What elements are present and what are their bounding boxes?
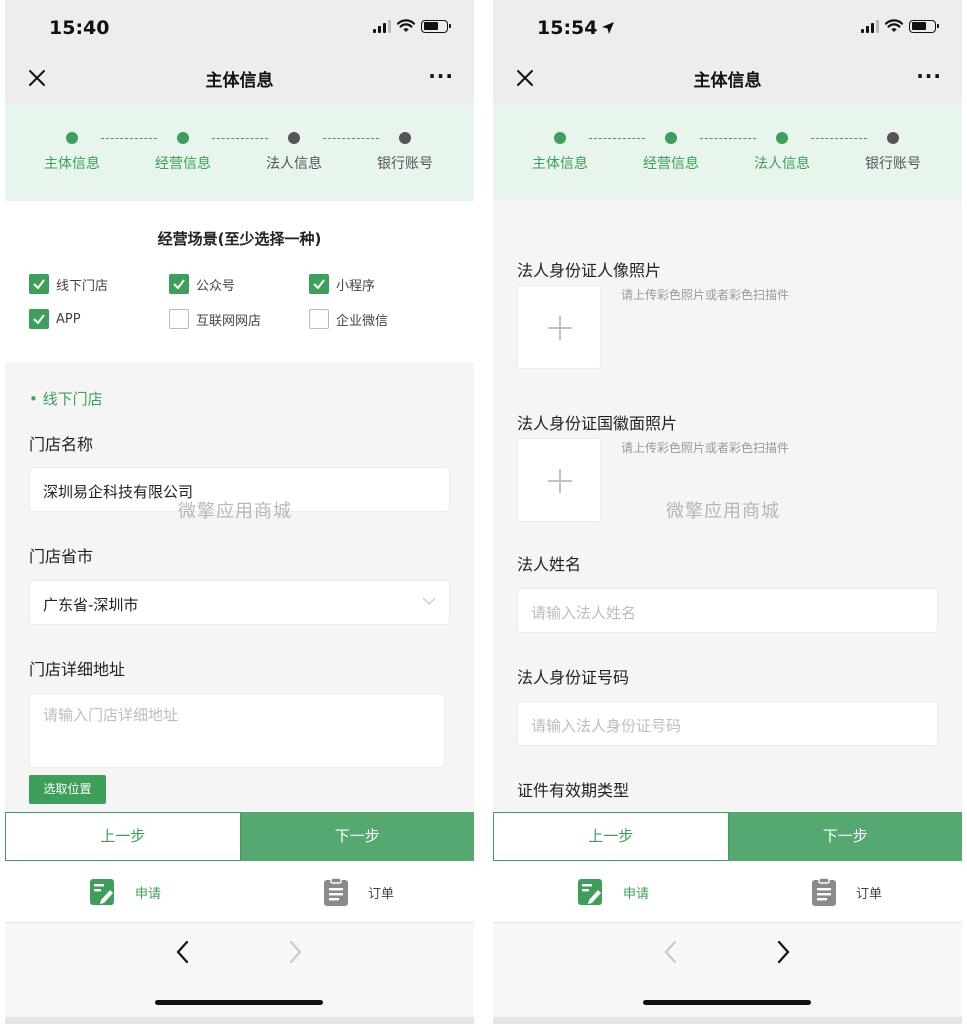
tab-orders[interactable]: 订单 <box>810 877 882 907</box>
watermark: 微擎应用商城 <box>178 501 292 522</box>
checkbox-wecom[interactable]: 企业微信 <box>309 309 388 329</box>
step-3: 法人信息 <box>737 130 827 173</box>
battery-icon <box>421 19 451 33</box>
forward-arrow-icon[interactable] <box>773 939 793 965</box>
step-1: 主体信息 <box>515 130 605 173</box>
home-indicator <box>643 1000 811 1005</box>
status-icons <box>373 19 451 33</box>
step-progress: 主体信息 经营信息 法人信息 银行账号 <box>5 102 474 201</box>
id-back-hint: 请上传彩色照片或者彩色扫描件 <box>621 441 790 455</box>
next-step-button[interactable]: 下一步 <box>728 812 962 861</box>
checkbox-official-account[interactable]: 公众号 <box>169 274 235 294</box>
page-title: 主体信息 <box>205 71 274 91</box>
next-step-button[interactable]: 下一步 <box>240 812 474 861</box>
step-buttons: 上一步 下一步 <box>493 812 962 861</box>
wifi-icon <box>397 19 415 32</box>
id-front-upload[interactable] <box>517 285 601 369</box>
forward-arrow-icon[interactable] <box>285 939 305 965</box>
tab-bar: 申请 订单 <box>493 861 962 922</box>
store-city-label: 门店省市 <box>29 547 94 566</box>
id-front-hint: 请上传彩色照片或者彩色扫描件 <box>621 288 790 302</box>
phone-screen-left: 15:40 主体信息 ··· 主体信息 经营信息 法人信息 银行账号 经营场景(… <box>5 0 474 1024</box>
id-back-upload[interactable] <box>517 438 601 522</box>
legal-id-label: 法人身份证号码 <box>517 668 630 687</box>
checkbox-mini-program[interactable]: 小程序 <box>309 274 375 294</box>
scene-title: 经营场景(至少选择一种) <box>157 230 322 248</box>
store-city-value: 广东省-深圳市 <box>43 596 139 614</box>
apply-edit-icon <box>90 879 114 905</box>
legal-id-input[interactable]: 请输入法人身份证号码 <box>517 701 938 746</box>
prev-step-button[interactable]: 上一步 <box>493 812 729 861</box>
legal-name-label: 法人姓名 <box>517 555 582 574</box>
store-city-select[interactable]: 广东省-深圳市 <box>29 580 450 625</box>
page-title: 主体信息 <box>693 71 762 91</box>
step-4: 银行账号 <box>360 130 450 173</box>
plus-icon <box>548 316 572 340</box>
clipboard-icon <box>324 877 348 906</box>
tab-apply[interactable]: 申请 <box>89 877 161 907</box>
back-arrow-icon[interactable] <box>173 939 193 965</box>
step-2: 经营信息 <box>626 130 716 173</box>
form-content: 经营场景(至少选择一种) 线下门店 公众号 小程序 APP 互联网网店 企业微信… <box>5 201 474 812</box>
step-buttons: 上一步 下一步 <box>5 812 474 861</box>
tab-apply[interactable]: 申请 <box>577 877 649 907</box>
location-arrow-icon <box>602 22 615 34</box>
bottom-strip <box>5 1017 474 1024</box>
more-menu-icon[interactable]: ··· <box>428 64 454 88</box>
status-bar: 15:40 <box>5 0 474 54</box>
validity-type-label: 证件有效期类型 <box>517 781 630 800</box>
step-2: 经营信息 <box>138 130 228 173</box>
pick-location-button[interactable]: 选取位置 <box>29 775 106 804</box>
store-name-label: 门店名称 <box>29 435 94 454</box>
signal-icon <box>373 19 391 33</box>
watermark: 微擎应用商城 <box>666 501 780 522</box>
business-scene-card: 经营场景(至少选择一种) 线下门店 公众号 小程序 APP 互联网网店 企业微信 <box>5 201 474 362</box>
id-back-label: 法人身份证国徽面照片 <box>517 414 678 433</box>
form-content: 法人身份证人像照片 请上传彩色照片或者彩色扫描件 法人身份证国徽面照片 请上传彩… <box>493 201 962 812</box>
checkbox-app[interactable]: APP <box>29 309 81 329</box>
signal-icon <box>861 19 879 33</box>
status-time: 15:40 <box>49 17 110 39</box>
browser-toolbar <box>5 922 474 1024</box>
browser-toolbar <box>493 922 962 1024</box>
store-address-input[interactable]: 请输入门店详细地址 <box>29 693 445 768</box>
step-1: 主体信息 <box>27 130 117 173</box>
battery-icon <box>909 19 939 33</box>
checkbox-online-shop[interactable]: 互联网网店 <box>169 309 261 329</box>
store-address-label: 门店详细地址 <box>29 660 126 679</box>
nav-bar: 主体信息 ··· <box>493 54 962 102</box>
phone-screen-right: 15:54 主体信息 ··· 主体信息 经营信息 法人信息 银行账号 法人身份证… <box>493 0 962 1024</box>
status-time: 15:54 <box>537 17 615 39</box>
id-front-label: 法人身份证人像照片 <box>517 261 662 280</box>
checkbox-offline-store[interactable]: 线下门店 <box>29 274 108 294</box>
bottom-strip <box>493 1017 962 1024</box>
clipboard-icon <box>812 877 836 906</box>
more-menu-icon[interactable]: ··· <box>916 64 942 88</box>
status-bar: 15:54 <box>493 0 962 54</box>
legal-name-input[interactable]: 请输入法人姓名 <box>517 588 938 633</box>
chevron-down-icon <box>422 597 436 605</box>
tab-orders[interactable]: 订单 <box>322 877 394 907</box>
prev-step-button[interactable]: 上一步 <box>5 812 241 861</box>
step-3: 法人信息 <box>249 130 339 173</box>
plus-icon <box>548 469 572 493</box>
home-indicator <box>155 1000 323 1005</box>
section-offline-store: • 线下门店 <box>29 390 103 408</box>
apply-edit-icon <box>578 879 602 905</box>
step-progress: 主体信息 经营信息 法人信息 银行账号 <box>493 102 962 201</box>
tab-bar: 申请 订单 <box>5 861 474 922</box>
wifi-icon <box>885 19 903 32</box>
back-arrow-icon[interactable] <box>661 939 681 965</box>
status-icons <box>861 19 939 33</box>
step-4: 银行账号 <box>848 130 938 173</box>
nav-bar: 主体信息 ··· <box>5 54 474 102</box>
